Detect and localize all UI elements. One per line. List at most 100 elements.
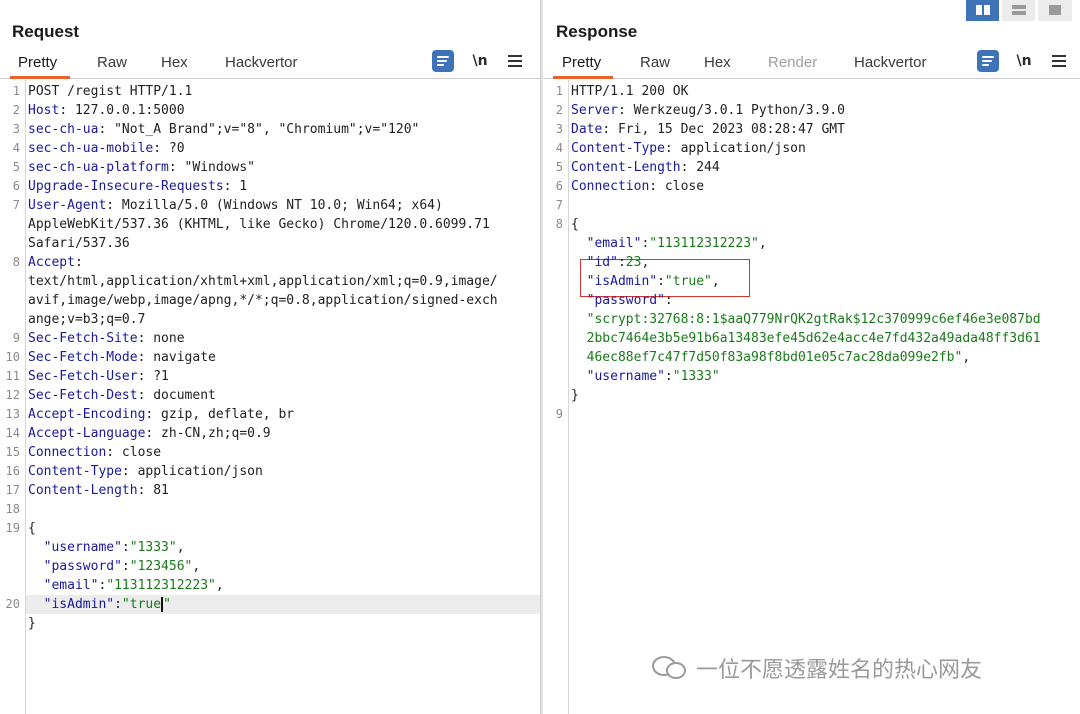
code-line[interactable]: 5 Content-Length: 244 — [543, 158, 1080, 177]
code-line[interactable]: 4 Content-Type: application/json — [543, 139, 1080, 158]
line-number: 7 — [12, 198, 20, 212]
code-line[interactable]: 4 sec-ch-ua-mobile: ?0 — [0, 139, 541, 158]
tab-pretty[interactable]: Pretty — [18, 54, 57, 71]
code-line[interactable]: } — [543, 386, 1080, 405]
tab-hackvertor[interactable]: Hackvertor — [854, 54, 927, 71]
code-line[interactable]: 10 Sec-Fetch-Mode: navigate — [0, 348, 541, 367]
code-line[interactable]: "username":"1333", — [0, 538, 541, 557]
response-editor[interactable]: 1 HTTP/1.1 200 OK 2 Server: Werkzeug/3.0.1 … — [543, 80, 1080, 714]
code-line[interactable]: "username":"1333" — [543, 367, 1080, 386]
code-line[interactable]: "scrypt:32768:8:1$aaQ779NrQK2gtRak$12c37… — [543, 310, 1080, 329]
line-text: Safari/537.36 — [28, 234, 130, 253]
code-line[interactable]: 20 "isAdmin":"true " — [6, 595, 541, 614]
code-token: Accept-Encoding — [28, 407, 146, 422]
code-line[interactable]: 18 — [0, 500, 541, 519]
tab-raw[interactable]: Raw — [640, 54, 670, 71]
split-vertical-icon — [1012, 5, 1026, 15]
request-editor[interactable]: 1 POST /regist HTTP/1.1 2 Host: 127.0.0.1:5… — [0, 80, 541, 714]
code-line[interactable]: 15 Connection: close — [0, 443, 541, 462]
code-line[interactable]: 17 Content-Length: 81 — [0, 481, 541, 500]
code-line[interactable]: "password":"123456", — [0, 557, 541, 576]
code-line[interactable]: 46ec88ef7c47f7d50f83a98f8bd01e05c7ac28da… — [543, 348, 1080, 367]
word-wrap-button[interactable] — [432, 50, 454, 72]
code-line[interactable]: 2 Server: Werkzeug/3.0.1 Python/3.9.0 — [543, 101, 1080, 120]
line-number: 13 — [5, 407, 20, 421]
code-token: HTTP/1.1 200 OK — [571, 84, 689, 99]
show-newlines-button[interactable]: \n — [469, 50, 491, 72]
code-line[interactable]: 3 sec-ch-ua: "Not_A Brand";v="8", "Chromi… — [0, 120, 541, 139]
split-vertical-toggle[interactable] — [1002, 0, 1035, 21]
code-token: User-Agent — [28, 198, 107, 213]
word-wrap-button[interactable] — [977, 50, 999, 72]
code-line[interactable]: 16 Content-Type: application/json — [0, 462, 541, 481]
code-line[interactable]: 14 Accept-Language: zh-CN,zh;q=0.9 — [0, 424, 541, 443]
code-token: Accept-Language — [28, 426, 146, 441]
code-line[interactable]: ange;v=b3;q=0.7 — [0, 310, 541, 329]
code-token: Sec-Fetch-Site — [28, 331, 138, 346]
code-line[interactable]: "password": — [543, 291, 1080, 310]
line-text: POST /regist HTTP/1.1 — [28, 82, 192, 101]
code-token: : zh-CN,zh;q=0.9 — [145, 426, 271, 441]
request-title: Request — [12, 22, 80, 41]
code-line[interactable]: 1 HTTP/1.1 200 OK — [543, 82, 1080, 101]
code-line[interactable]: 12 Sec-Fetch-Dest: document — [0, 386, 541, 405]
code-line[interactable]: 6 Upgrade-Insecure-Requests: 1 — [0, 177, 541, 196]
code-line[interactable]: 9 — [543, 405, 1080, 424]
code-line[interactable]: 19 { — [0, 519, 541, 538]
split-horizontal-toggle[interactable] — [966, 0, 999, 21]
menu-icon[interactable] — [504, 50, 526, 72]
code-line[interactable]: 1 POST /regist HTTP/1.1 — [0, 82, 541, 101]
line-number: 2 — [12, 103, 20, 117]
line-number: 20 — [5, 597, 20, 611]
line-text: Connection: close — [571, 177, 704, 196]
code-token: : 1 — [223, 179, 248, 194]
tab-pretty[interactable]: Pretty — [562, 54, 601, 71]
code-token: , — [711, 274, 720, 289]
line-text: sec-ch-ua: "Not_A Brand";v="8", "Chromiu… — [28, 120, 419, 139]
code-line[interactable]: 3 Date: Fri, 15 Dec 2023 08:28:47 GMT — [543, 120, 1080, 139]
code-line[interactable]: avif,image/webp,image/apng,*/*;q=0.8,app… — [0, 291, 541, 310]
tab-hackvertor[interactable]: Hackvertor — [225, 54, 298, 71]
tab-hex[interactable]: Hex — [704, 54, 731, 71]
code-line[interactable]: 8 Accept: — [0, 253, 541, 272]
wrap-icon-line — [437, 60, 447, 62]
menu-icon[interactable] — [1048, 50, 1070, 72]
code-line[interactable]: 11 Sec-Fetch-User: ?1 — [0, 367, 541, 386]
code-line[interactable]: 7 — [543, 196, 1080, 215]
code-line[interactable]: "email":"113112312223", — [543, 234, 1080, 253]
code-line[interactable]: } — [0, 614, 541, 633]
menu-icon-bar — [508, 55, 522, 57]
show-newlines-button[interactable]: \n — [1013, 50, 1035, 72]
code-line[interactable]: Safari/537.36 — [0, 234, 541, 253]
line-number: 12 — [5, 388, 20, 402]
code-token: , — [641, 255, 650, 270]
code-token: AppleWebKit/537.36 (KHTML, like Gecko) C… — [28, 217, 490, 232]
code-line[interactable]: AppleWebKit/537.36 (KHTML, like Gecko) C… — [0, 215, 541, 234]
code-token: Connection — [571, 179, 650, 194]
code-token: "email" — [28, 578, 99, 593]
line-number: 8 — [12, 255, 20, 269]
code-line[interactable]: text/html,application/xhtml+xml,applicat… — [0, 272, 541, 291]
code-line[interactable]: 5 sec-ch-ua-platform: "Windows" — [0, 158, 541, 177]
code-line[interactable]: 8{ — [543, 215, 1080, 234]
line-number: 9 — [12, 331, 20, 345]
code-line[interactable]: "id":23, — [543, 253, 1080, 272]
tab-hex[interactable]: Hex — [161, 54, 188, 71]
code-token: "113112312223" — [649, 236, 759, 251]
tab-raw[interactable]: Raw — [97, 54, 127, 71]
code-line[interactable]: 9 Sec-Fetch-Site: none — [0, 329, 541, 348]
line-number: 3 — [12, 122, 20, 136]
code-line[interactable]: 2 Host: 127.0.0.1:5000 — [0, 101, 541, 120]
tab-render[interactable]: Render — [768, 54, 817, 71]
code-line[interactable]: 6 Connection: close — [543, 177, 1080, 196]
code-token: : gzip, deflate, br — [145, 407, 295, 422]
code-token: avif,image/webp,image/apng,*/*;q=0.8,app… — [28, 293, 498, 308]
code-line[interactable]: "isAdmin":"true", — [543, 272, 1080, 291]
single-pane-icon — [1049, 5, 1061, 15]
code-token: "email" — [571, 236, 642, 251]
code-line[interactable]: 2bbc7464e3b5e91b6a13483efe45d62e4acc4e7f… — [543, 329, 1080, 348]
code-line[interactable]: 13 Accept-Encoding: gzip, deflate, br — [0, 405, 541, 424]
code-line[interactable]: 7 User-Agent: Mozilla/5.0 (Windows NT 10.… — [0, 196, 541, 215]
code-line[interactable]: "email":"113112312223", — [0, 576, 541, 595]
single-pane-toggle[interactable] — [1038, 0, 1072, 21]
